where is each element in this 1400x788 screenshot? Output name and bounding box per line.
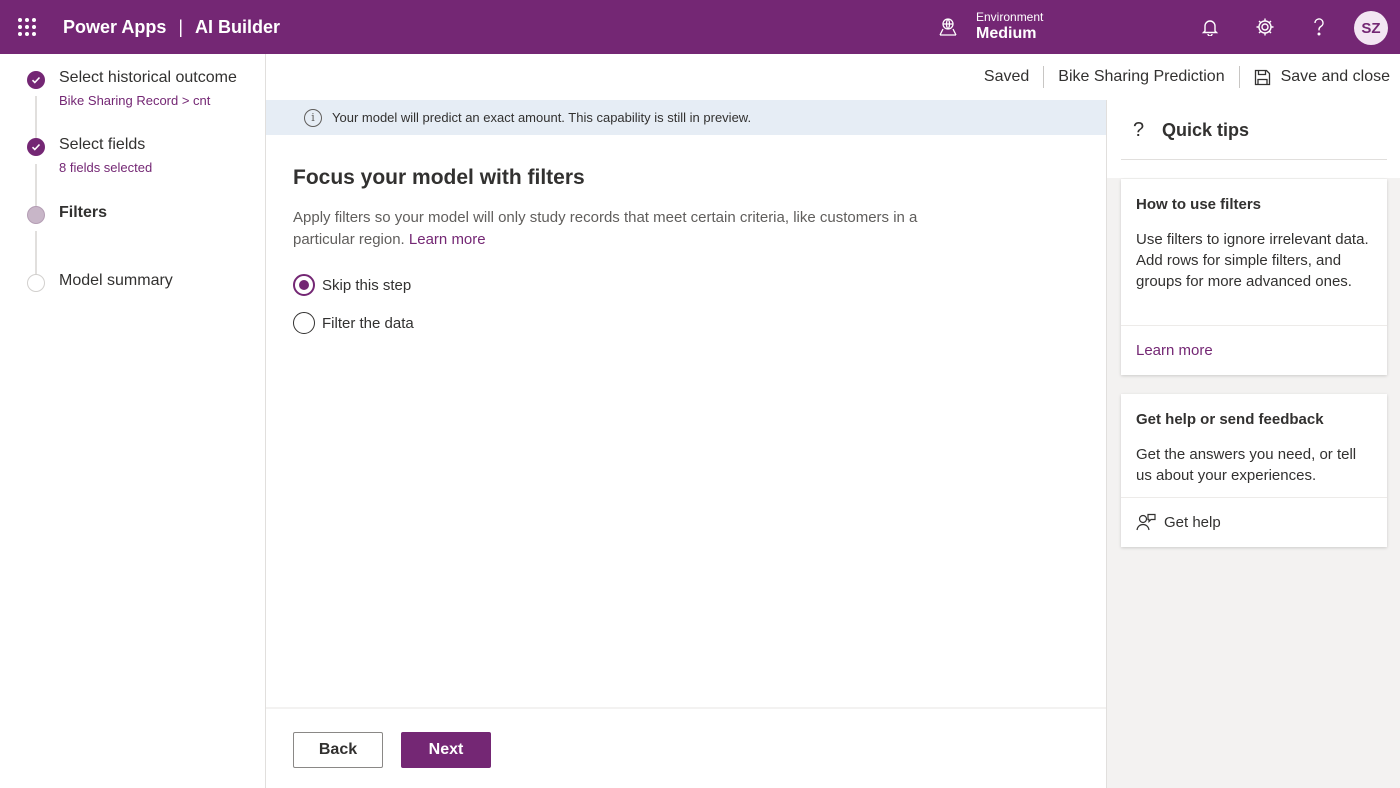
banner-text: Your model will predict an exact amount.… bbox=[332, 110, 752, 125]
command-bar: Saved Bike Sharing Prediction Save and c… bbox=[266, 54, 1400, 100]
gear-icon bbox=[1256, 18, 1274, 36]
save-icon bbox=[1254, 69, 1270, 85]
product-name: AI Builder bbox=[195, 16, 281, 37]
quick-tips-header: ? Quick tips bbox=[1107, 100, 1400, 160]
step-current-icon bbox=[27, 206, 45, 224]
app-launcher-button[interactable] bbox=[0, 0, 54, 54]
question-icon: ? bbox=[1133, 118, 1145, 141]
step-connector bbox=[35, 96, 37, 142]
radio-label: Skip this step bbox=[322, 276, 412, 294]
save-and-close-button[interactable]: Save and close bbox=[1240, 68, 1400, 86]
tip-card-help: Get help or send feedback Get the answer… bbox=[1121, 394, 1387, 547]
card-body: Get the answers you need, or tell us abo… bbox=[1136, 446, 1357, 484]
brand-separator: | bbox=[178, 16, 184, 37]
wizard-stepper: Select historical outcome Bike Sharing R… bbox=[0, 54, 266, 788]
environment-value: Medium bbox=[976, 24, 1037, 42]
question-icon bbox=[1314, 18, 1324, 36]
radio-filter-data[interactable]: Filter the data bbox=[293, 312, 414, 334]
preview-info-banner: i Your model will predict an exact amoun… bbox=[266, 100, 1106, 135]
step-subtitle: 8 fields selected bbox=[59, 160, 153, 175]
top-bar: Power Apps | AI Builder Environment Medi… bbox=[0, 0, 1400, 54]
save-and-close-label: Save and close bbox=[1280, 68, 1390, 85]
learn-more-link[interactable]: Learn more bbox=[1136, 342, 1213, 359]
bell-icon bbox=[1201, 20, 1219, 36]
settings-button[interactable] bbox=[1251, 13, 1279, 41]
main-content: Focus your model with filters Apply filt… bbox=[266, 135, 1106, 707]
divider bbox=[1121, 325, 1387, 326]
save-status: Saved bbox=[983, 68, 1030, 85]
app-brand: Power Apps | AI Builder bbox=[63, 17, 280, 38]
wizard-footer: Back Next bbox=[266, 707, 1106, 788]
page-title: Focus your model with filters bbox=[293, 166, 585, 189]
environment-icon bbox=[936, 15, 960, 39]
learn-more-link[interactable]: Learn more bbox=[409, 231, 486, 248]
quick-tips-panel: ? Quick tips How to use filters Use filt… bbox=[1106, 100, 1400, 788]
step-complete-icon bbox=[27, 71, 45, 89]
notifications-button[interactable] bbox=[1196, 13, 1224, 41]
step-pending-icon bbox=[27, 274, 45, 292]
divider bbox=[1121, 497, 1387, 498]
waffle-icon bbox=[18, 18, 36, 36]
environment-picker[interactable]: Environment Medium bbox=[936, 0, 1043, 54]
card-title: Get help or send feedback bbox=[1136, 411, 1324, 428]
get-help-label: Get help bbox=[1164, 513, 1221, 531]
app-name[interactable]: Power Apps bbox=[63, 17, 166, 38]
user-avatar[interactable]: SZ bbox=[1354, 11, 1388, 45]
back-button[interactable]: Back bbox=[293, 732, 383, 768]
step-title[interactable]: Select fields bbox=[59, 136, 145, 154]
quick-tips-title: Quick tips bbox=[1162, 119, 1250, 140]
step-complete-icon bbox=[27, 138, 45, 156]
radio-skip-step[interactable]: Skip this step bbox=[293, 274, 411, 296]
step-subtitle: Bike Sharing Record > cnt bbox=[59, 93, 211, 108]
help-button[interactable] bbox=[1305, 13, 1333, 41]
radio-checked-icon[interactable] bbox=[293, 274, 315, 296]
step-title[interactable]: Model summary bbox=[59, 272, 173, 290]
environment-label: Environment bbox=[976, 9, 1044, 24]
step-title[interactable]: Select historical outcome bbox=[59, 69, 237, 87]
next-button[interactable]: Next bbox=[401, 732, 491, 768]
page-description: Apply filters so your model will only st… bbox=[293, 207, 973, 251]
description-text: Apply filters so your model will only st… bbox=[293, 209, 918, 248]
info-icon: i bbox=[304, 108, 322, 127]
step-connector bbox=[35, 164, 37, 210]
radio-label: Filter the data bbox=[322, 314, 414, 332]
model-name: Bike Sharing Prediction bbox=[1058, 68, 1225, 85]
get-help-link[interactable]: Get help bbox=[1136, 513, 1221, 531]
radio-unchecked-icon[interactable] bbox=[293, 312, 315, 334]
card-body: Use filters to ignore irrelevant data. A… bbox=[1136, 231, 1369, 290]
step-connector bbox=[35, 231, 37, 277]
card-title: How to use filters bbox=[1136, 196, 1262, 213]
person-feedback-icon bbox=[1136, 513, 1156, 531]
tip-card-filters: How to use filters Use filters to ignore… bbox=[1121, 179, 1387, 375]
step-title[interactable]: Filters bbox=[59, 204, 107, 222]
